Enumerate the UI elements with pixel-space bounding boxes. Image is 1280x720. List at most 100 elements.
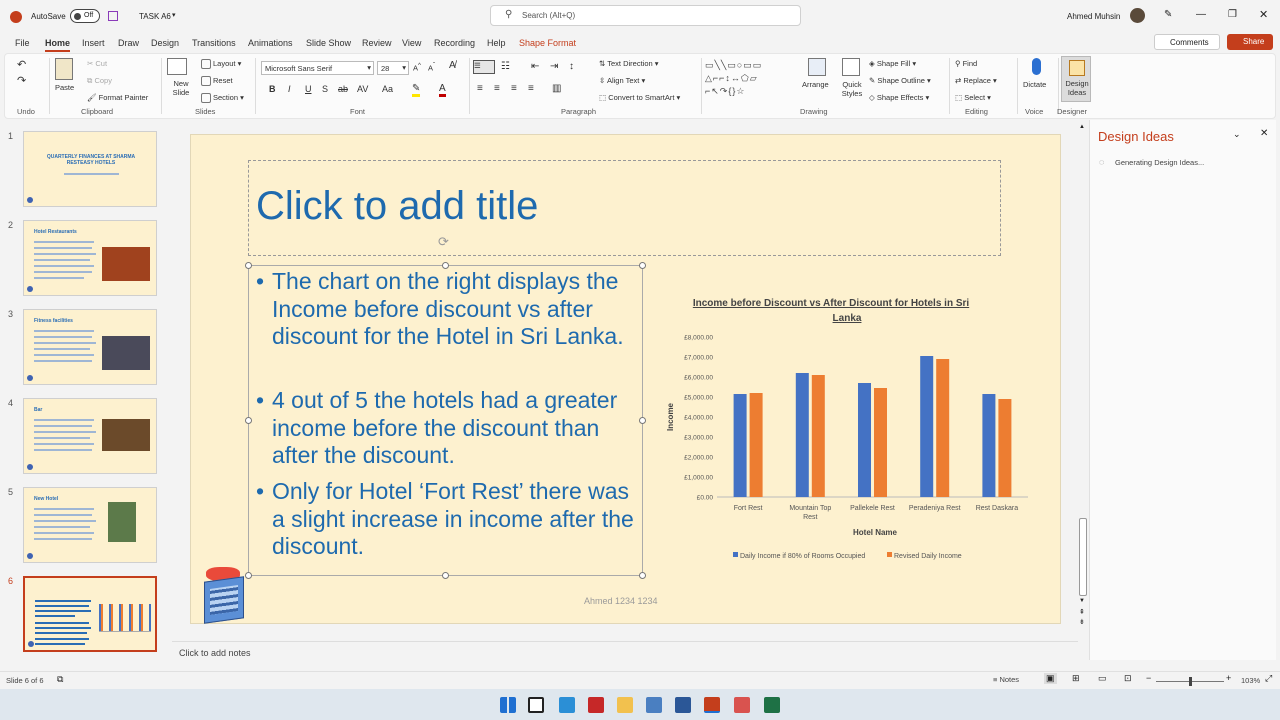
slide-thumbnail-5[interactable]: New Hotel <box>23 487 157 563</box>
notes-placeholder[interactable]: Click to add notes <box>179 648 251 658</box>
previous-slide-icon[interactable]: ⇞ <box>1079 608 1085 616</box>
close-icon[interactable]: ✕ <box>1259 8 1268 21</box>
slide-thumbnail-4[interactable]: Bar <box>23 398 157 474</box>
excel-icon[interactable] <box>764 697 780 713</box>
autosave-toggle[interactable]: Off <box>70 9 100 23</box>
task-view-icon[interactable] <box>528 697 544 713</box>
slide-sorter-icon[interactable]: ⊞ <box>1072 673 1080 684</box>
align-center-icon[interactable]: ≡ <box>494 83 500 94</box>
quick-styles-button[interactable]: Quick Styles <box>837 58 865 102</box>
select-button[interactable]: ⬚ Select ▾ <box>955 93 991 102</box>
tab-insert[interactable]: Insert <box>82 38 105 48</box>
slide-footer[interactable]: Ahmed 1234 1234 <box>584 596 658 606</box>
italic-icon[interactable]: I <box>288 84 291 94</box>
paste-button[interactable]: Paste <box>55 58 77 100</box>
document-title[interactable]: TASK A6 <box>139 12 171 21</box>
cut-button[interactable]: ✂ Cut <box>87 59 107 68</box>
text-direction-button[interactable]: ⇅ Text Direction ▾ <box>599 59 659 68</box>
chevron-down-icon[interactable]: ⌄ <box>1233 129 1241 140</box>
notes-pane[interactable]: Click to add notes <box>172 641 1078 665</box>
numbering-icon[interactable]: ☷ <box>501 61 510 72</box>
search-box[interactable]: ⚲ Search (Alt+Q) <box>490 5 801 26</box>
tab-help[interactable]: Help <box>487 38 506 48</box>
reading-view-icon[interactable]: ▭ <box>1098 673 1107 684</box>
format-painter-button[interactable]: 🖌 Format Painter <box>87 93 148 102</box>
save-icon[interactable] <box>108 11 118 21</box>
next-slide-icon[interactable]: ⇟ <box>1079 618 1085 626</box>
font-name-select[interactable]: Microsoft Sans Serif ▾ <box>261 61 374 75</box>
reset-button[interactable]: Reset <box>201 76 233 87</box>
tab-animations[interactable]: Animations <box>248 38 293 48</box>
bullets-button[interactable]: ☰ <box>473 60 495 74</box>
align-left-icon[interactable]: ≡ <box>477 83 483 94</box>
scrollbar-thumb[interactable] <box>1079 518 1087 596</box>
tab-transitions[interactable]: Transitions <box>192 38 236 48</box>
columns-icon[interactable]: ▥ <box>552 83 561 94</box>
align-right-icon[interactable]: ≡ <box>511 83 517 94</box>
justify-icon[interactable]: ≡ <box>528 83 534 94</box>
tab-home[interactable]: Home <box>45 38 71 52</box>
clear-formatting-icon[interactable]: A̸ <box>449 60 456 71</box>
change-case-icon[interactable]: Aa <box>382 84 393 94</box>
replace-button[interactable]: ⇄ Replace ▾ <box>955 76 997 85</box>
font-size-select[interactable]: 28 ▾ <box>377 61 409 75</box>
chevron-down-icon[interactable]: ▾ <box>172 11 176 19</box>
restore-icon[interactable]: ❐ <box>1228 9 1237 20</box>
rotate-handle-icon[interactable]: ⟳ <box>438 234 449 250</box>
tab-draw[interactable]: Draw <box>118 38 139 48</box>
resize-handle[interactable] <box>639 572 646 579</box>
resize-handle[interactable] <box>442 572 449 579</box>
slide-thumbnail-6[interactable] <box>23 576 157 652</box>
decrease-indent-icon[interactable]: ⇤ <box>531 61 539 72</box>
widgets-icon[interactable] <box>559 697 575 713</box>
resize-handle[interactable] <box>245 417 252 424</box>
shapes-gallery[interactable]: ▭╲╲▭○▭▭ △⌐⌐↕↔⬠▱ ⌐↖↷{}☆ <box>705 59 797 103</box>
accessibility-icon[interactable]: ⧉ <box>57 674 63 685</box>
tab-design[interactable]: Design <box>151 38 179 48</box>
tab-view[interactable]: View <box>402 38 421 48</box>
pen-icon[interactable]: ✎ <box>1164 9 1172 20</box>
snipping-tool-icon[interactable] <box>734 697 750 713</box>
notepad-icon[interactable] <box>646 697 662 713</box>
tab-review[interactable]: Review <box>362 38 392 48</box>
zoom-slider[interactable] <box>1156 677 1224 686</box>
share-button[interactable]: Share <box>1227 34 1273 50</box>
shape-fill-button[interactable]: ◈ Shape Fill ▾ <box>869 59 916 68</box>
zoom-in-icon[interactable]: + <box>1226 673 1231 683</box>
dictate-button[interactable]: Dictate <box>1023 58 1051 102</box>
find-button[interactable]: ⚲ Find <box>955 59 977 68</box>
redo-icon[interactable]: ↷ <box>17 74 26 87</box>
section-button[interactable]: Section ▾ <box>201 93 244 104</box>
highlight-icon[interactable]: ✎ <box>412 83 421 97</box>
smartart-button[interactable]: ⬚ Convert to SmartArt ▾ <box>599 93 680 102</box>
close-icon[interactable]: ✕ <box>1260 128 1268 139</box>
slideshow-icon[interactable]: ⊡ <box>1124 673 1132 684</box>
resize-handle[interactable] <box>245 262 252 269</box>
underline-icon[interactable]: U <box>305 84 312 94</box>
zoom-out-icon[interactable]: − <box>1146 673 1151 683</box>
normal-view-icon[interactable]: ▣ <box>1044 673 1057 684</box>
tab-file[interactable]: File <box>15 38 30 48</box>
notes-button[interactable]: ≡ Notes <box>993 675 1019 684</box>
line-spacing-icon[interactable]: ↕ <box>569 61 574 72</box>
user-name[interactable]: Ahmed Muhsin <box>1067 12 1120 21</box>
arrange-button[interactable]: Arrange <box>802 58 832 102</box>
avatar[interactable] <box>1130 8 1145 23</box>
word-icon[interactable] <box>675 697 691 713</box>
layout-button[interactable]: Layout ▾ <box>201 59 241 70</box>
copy-button[interactable]: ⧉ Copy <box>87 76 112 86</box>
strikethrough-icon[interactable]: ab <box>338 84 348 94</box>
income-chart[interactable]: Income before Discount vs After Discount… <box>664 290 1036 570</box>
scroll-down-icon[interactable]: ▼ <box>1079 598 1085 604</box>
minimize-icon[interactable]: — <box>1196 9 1206 20</box>
fit-slide-icon[interactable]: ⤢ <box>1265 673 1272 684</box>
slide-thumbnail-3[interactable]: Fitness facilities <box>23 309 157 385</box>
increase-font-icon[interactable]: A^ <box>413 62 421 73</box>
title-placeholder-text[interactable]: Click to add title <box>256 184 538 229</box>
bold-icon[interactable]: B <box>269 84 276 94</box>
comments-button[interactable]: Comments <box>1154 34 1220 50</box>
tab-recording[interactable]: Recording <box>434 38 475 48</box>
increase-indent-icon[interactable]: ⇥ <box>550 61 558 72</box>
scroll-up-icon[interactable]: ▲ <box>1079 124 1085 130</box>
shape-outline-button[interactable]: ✎ Shape Outline ▾ <box>869 76 931 85</box>
